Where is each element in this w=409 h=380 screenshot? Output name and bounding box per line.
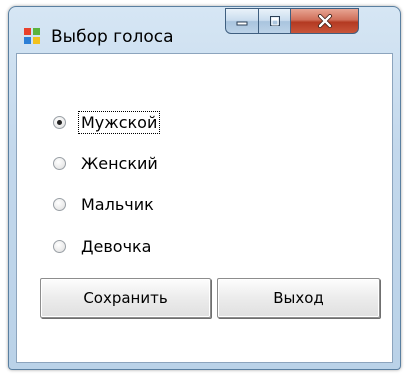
title-bar[interactable]: Выбор голоса	[9, 7, 400, 53]
radio-option-female[interactable]: Женский	[53, 153, 160, 174]
radio-label-female[interactable]: Женский	[79, 153, 160, 174]
radio-button-female[interactable]	[53, 157, 66, 170]
radio-button-boy[interactable]	[53, 198, 66, 211]
minimize-button[interactable]	[225, 8, 259, 34]
window-title: Выбор голоса	[51, 27, 174, 47]
close-icon	[317, 14, 332, 28]
voice-selection-window: Выбор голоса Мужской Женский Мальчик Дев…	[8, 6, 401, 370]
maximize-button[interactable]	[259, 8, 291, 34]
radio-label-male[interactable]: Мужской	[77, 111, 161, 134]
radio-button-girl[interactable]	[53, 240, 66, 253]
save-button[interactable]: Сохранить	[40, 278, 211, 318]
app-icon	[24, 28, 40, 44]
close-button[interactable]	[291, 8, 359, 34]
radio-option-boy[interactable]: Мальчик	[53, 194, 156, 215]
client-area: Мужской Женский Мальчик Девочка Сохранит…	[16, 53, 393, 363]
radio-label-girl[interactable]: Девочка	[79, 236, 153, 257]
maximize-icon	[269, 16, 280, 26]
exit-button[interactable]: Выход	[217, 278, 380, 318]
radio-option-girl[interactable]: Девочка	[53, 236, 153, 257]
radio-button-male[interactable]	[53, 116, 66, 129]
caption-buttons	[225, 8, 359, 36]
radio-label-boy[interactable]: Мальчик	[79, 194, 156, 215]
radio-option-male[interactable]: Мужской	[53, 111, 161, 134]
minimize-icon	[236, 21, 248, 26]
